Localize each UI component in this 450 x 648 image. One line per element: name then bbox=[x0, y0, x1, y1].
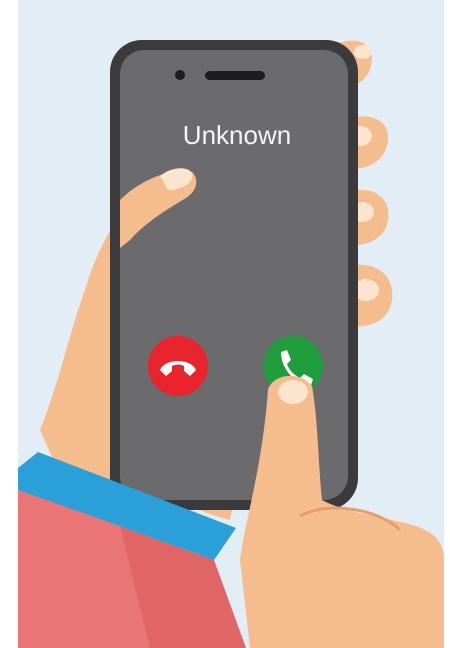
decline-call-button[interactable] bbox=[148, 336, 208, 396]
caller-name: Unknown bbox=[182, 120, 292, 150]
incoming-call-illustration: Unknown bbox=[0, 0, 450, 648]
pressing-fingernail bbox=[278, 380, 308, 404]
illustration-canvas bbox=[18, 0, 444, 648]
camera-dot bbox=[175, 70, 185, 80]
speaker-grill bbox=[205, 71, 265, 80]
